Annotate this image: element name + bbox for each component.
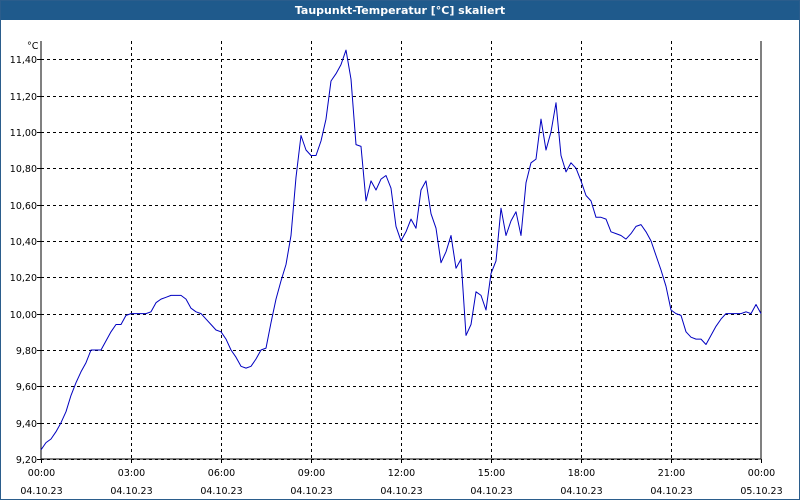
y-unit-label: °C [27,41,39,52]
x-tick-date: 04.10.23 [560,486,602,497]
x-tick-date: 04.10.23 [290,486,332,497]
y-tick-labels: 9,20 9,40 9,60 9,80 10,00 10,20 10,40 10,60 10,8… [10,55,41,466]
x-tick-time: 00:00 [748,468,775,479]
y-tick-label: 11,20 [10,92,37,103]
x-tick-date: 04.10.23 [200,486,242,497]
grid-lines [41,41,761,460]
x-tick-time: 18:00 [568,468,595,479]
y-tick-label: 9,40 [16,419,37,430]
x-tick-date: 04.10.23 [650,486,692,497]
y-tick-label: 10,60 [10,201,37,212]
x-tick-date: 04.10.23 [470,486,512,497]
y-tick-label: 11,00 [10,128,37,139]
y-tick-label: 11,40 [10,55,37,66]
x-tick-time: 09:00 [298,468,325,479]
x-tick-date: 04.10.23 [380,486,422,497]
chart-window: Taupunkt-Temperatur [°C] skaliert °C 9,2… [0,0,800,500]
line-chart: °C 9,20 9,40 9,60 9,80 10,00 10,20 10,40 10,60 1… [10,41,783,497]
y-tick-label: 9,20 [16,455,37,466]
x-tick-time: 12:00 [388,468,415,479]
y-tick-label: 9,60 [16,382,37,393]
x-tick-date: 04.10.23 [110,486,152,497]
x-tick-time: 03:00 [118,468,145,479]
y-tick-label: 10,20 [10,273,37,284]
x-tick-labels: 00:00 04.10.23 03:00 04.10.23 06:00 04.10.23 0… [20,459,783,497]
x-tick-date: 04.10.23 [20,486,62,497]
y-tick-label: 10,80 [10,164,37,175]
y-tick-label: 9,80 [16,346,37,357]
y-tick-label: 10,40 [10,237,37,248]
x-tick-date: 05.10.23 [740,486,782,497]
x-tick-time: 06:00 [208,468,235,479]
x-tick-time: 00:00 [28,468,55,479]
y-tick-label: 10,00 [10,310,37,321]
x-tick-time: 15:00 [478,468,505,479]
window-title: Taupunkt-Temperatur [°C] skaliert [1,1,799,20]
x-tick-time: 21:00 [658,468,685,479]
